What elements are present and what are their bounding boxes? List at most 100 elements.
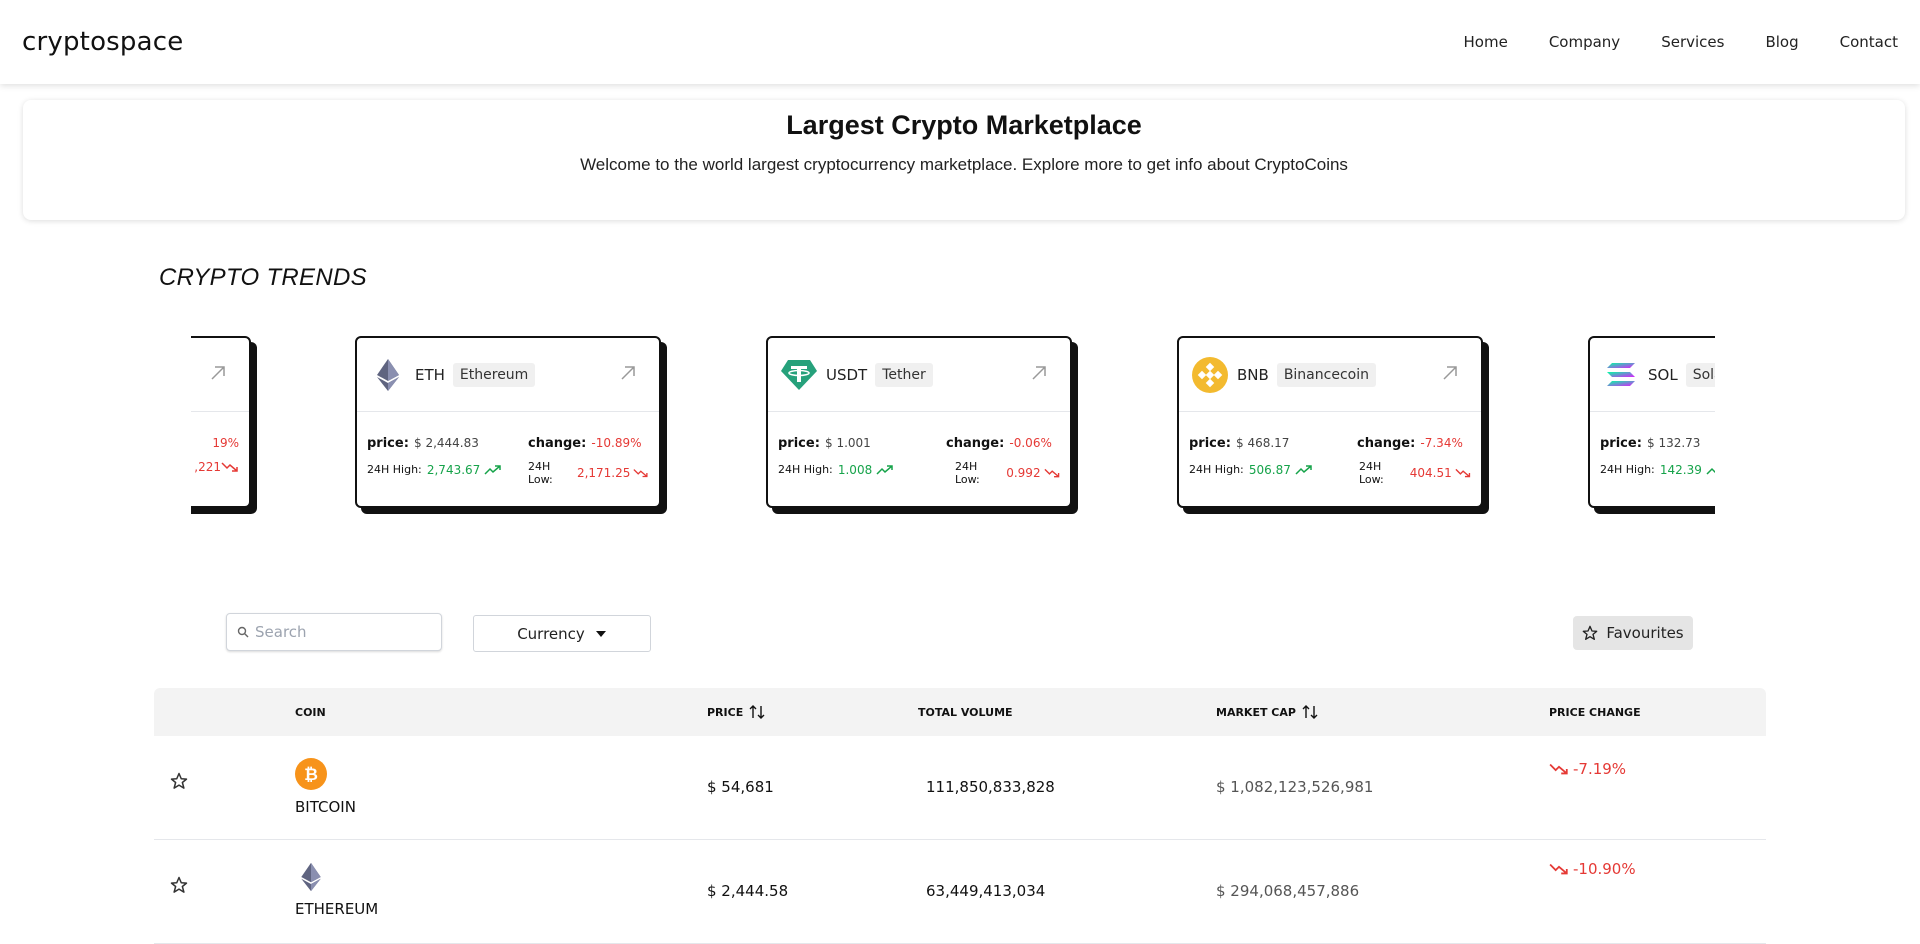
col-coin-label: COIN — [295, 706, 326, 719]
low-label: 24H Low: — [528, 460, 553, 486]
coin-market-cap: $ 1,082,123,526,981 — [1216, 778, 1374, 796]
high-label: 24H High: — [367, 463, 422, 476]
trend-card-partial[interactable]: 19% ,221 — [191, 336, 251, 508]
col-pricechange-label: PRICE CHANGE — [1549, 706, 1641, 719]
card-high-value: 142.39 — [1659, 462, 1702, 477]
trend-card-usdt[interactable]: USDT Tether price: $ 1.001 change: -0.06… — [766, 336, 1072, 508]
col-marketcap-header[interactable]: MARKET CAP — [1216, 703, 1319, 721]
trend-card-eth[interactable]: ETH Ethereum price: $ 2,444.83 change: -… — [355, 336, 661, 508]
card-change-value: 19% — [212, 436, 239, 450]
currency-dropdown[interactable]: Currency — [473, 615, 651, 652]
table-row[interactable]: ETHEREUM $ 2,444.58 63,449,413,034 $ 294… — [154, 840, 1766, 944]
card-high-value: 2,743.67 — [426, 462, 481, 477]
nav-link-home[interactable]: Home — [1464, 33, 1508, 51]
table-header: COIN PRICE TOTAL VOLUME MARKET CAP PRICE… — [154, 688, 1766, 736]
coin-cell: ETHEREUM — [295, 862, 378, 918]
coin-volume: 111,850,833,828 — [926, 778, 1055, 796]
favourites-button[interactable]: Favourites — [1573, 616, 1693, 650]
coin-change-value: -7.19% — [1573, 760, 1627, 778]
card-symbol: BNB — [1237, 365, 1269, 384]
nav-link-contact[interactable]: Contact — [1840, 33, 1898, 51]
top-navbar: cryptospace Home Company Services Blog C… — [0, 0, 1920, 84]
external-link-icon[interactable] — [207, 362, 229, 384]
change-label: change: — [946, 436, 1005, 451]
high-label: 24H High: — [778, 463, 833, 476]
trend-up-icon — [876, 464, 893, 475]
bitcoin-logo-icon: ₿ — [295, 758, 327, 790]
low-label: 24H Low: — [1359, 460, 1384, 486]
trend-down-icon — [1044, 468, 1059, 478]
hero-subtitle: Welcome to the world largest cryptocurre… — [580, 155, 1348, 174]
card-high-value: 506.87 — [1248, 462, 1291, 477]
col-price-header[interactable]: PRICE — [707, 703, 766, 721]
trend-down-icon — [1549, 863, 1568, 875]
coin-name: ETHEREUM — [295, 900, 379, 918]
card-header — [191, 338, 249, 412]
coin-price-change: -7.19% — [1549, 760, 1626, 778]
crypto-trends-heading: CRYPTO TRENDS — [159, 264, 367, 291]
low-label: 24H Low: — [955, 460, 980, 486]
nav-link-services[interactable]: Services — [1661, 33, 1724, 51]
search-box[interactable] — [226, 613, 442, 651]
col-marketcap-label: MARKET CAP — [1216, 705, 1296, 719]
favourite-star-icon[interactable] — [170, 772, 188, 790]
card-header: ETH Ethereum — [357, 338, 659, 412]
coin-name: BITCOIN — [295, 798, 356, 816]
ethereum-logo-icon — [369, 356, 407, 394]
coin-volume: 63,449,413,034 — [926, 882, 1046, 900]
trend-down-icon — [1549, 763, 1568, 775]
star-icon — [1583, 625, 1598, 640]
card-low-value: 2,171.25 — [576, 466, 631, 480]
card-low-value: 404.51 — [1409, 466, 1452, 480]
card-price-value: $ 132.73 — [1647, 436, 1701, 450]
high-label: 24H High: — [1189, 463, 1244, 476]
change-label: change: — [528, 436, 587, 451]
caret-down-icon — [595, 630, 606, 637]
card-coin-name: Binancecoin — [1276, 362, 1376, 387]
price-label: price: — [1600, 436, 1642, 451]
card-body: 19% ,221 — [191, 412, 249, 506]
sort-icon[interactable] — [748, 703, 766, 721]
table-row[interactable]: ₿ BITCOIN $ 54,681 111,850,833,828 $ 1,0… — [154, 736, 1766, 840]
external-link-icon[interactable] — [1028, 362, 1050, 384]
external-link-icon[interactable] — [617, 362, 639, 384]
brand-logo-text[interactable]: cryptospace — [22, 27, 183, 57]
card-body: price: $ 132.73 24H High: 142.39 — [1590, 412, 1715, 506]
favourite-star-icon[interactable] — [170, 876, 188, 894]
card-low-value: ,221 — [194, 460, 221, 474]
trend-up-icon — [1706, 467, 1715, 475]
card-price-value: $ 1.001 — [825, 436, 871, 450]
search-icon — [237, 626, 249, 638]
card-coin-name: Ethereum — [452, 362, 536, 387]
svg-text:₿: ₿ — [304, 765, 318, 785]
coin-market-cap: $ 294,068,457,886 — [1216, 882, 1360, 900]
sort-icon[interactable] — [1301, 703, 1319, 721]
trend-card-sol[interactable]: SOL Sola price: $ 132.73 24H High: 142.3… — [1588, 336, 1715, 508]
tether-logo-icon — [780, 356, 818, 394]
price-label: price: — [367, 436, 409, 451]
favourites-label: Favourites — [1606, 624, 1684, 642]
hero-title: Largest Crypto Marketplace — [786, 110, 1142, 140]
coin-price: $ 2,444.58 — [707, 882, 789, 900]
col-volume-header: TOTAL VOLUME — [918, 706, 1013, 719]
change-label: change: — [1357, 436, 1416, 451]
card-symbol: SOL — [1648, 365, 1678, 384]
nav-link-company[interactable]: Company — [1549, 33, 1620, 51]
col-price-label: PRICE — [707, 705, 744, 719]
search-input[interactable] — [255, 623, 435, 641]
external-link-icon[interactable] — [1439, 362, 1461, 384]
nav-link-blog[interactable]: Blog — [1765, 33, 1798, 51]
card-body: price: $ 1.001 change: -0.06% 24H High: … — [768, 412, 1070, 506]
card-change-value: -10.89% — [591, 436, 642, 450]
card-price-value: $ 2,444.83 — [414, 436, 479, 450]
card-coin-name: Sola — [1685, 362, 1715, 387]
card-header: BNB Binancecoin — [1179, 338, 1481, 412]
col-pricechange-header: PRICE CHANGE — [1549, 706, 1641, 719]
col-volume-label: TOTAL VOLUME — [918, 706, 1013, 719]
price-label: price: — [1189, 436, 1231, 451]
card-change-value: -7.34% — [1420, 436, 1463, 450]
trends-carousel[interactable]: 19% ,221 ETH Ethereum price: $ 2,444.83 … — [191, 336, 1715, 516]
card-body: price: $ 468.17 change: -7.34% 24H High:… — [1179, 412, 1481, 506]
trend-card-bnb[interactable]: BNB Binancecoin price: $ 468.17 change: … — [1177, 336, 1483, 508]
price-label: price: — [778, 436, 820, 451]
